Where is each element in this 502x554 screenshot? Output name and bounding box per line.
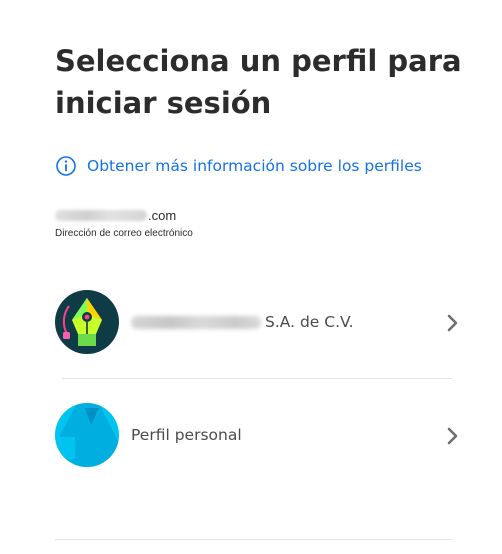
personal-avatar-icon (55, 403, 119, 467)
profile-name-personal: Perfil personal (131, 426, 242, 444)
account-email-block: .com Dirección de correo electrónico (55, 207, 193, 239)
profile-item-organization[interactable]: S.A. de C.V. (55, 289, 460, 355)
email-domain: .com (148, 207, 177, 223)
email-address: .com (55, 207, 193, 223)
email-caption: Dirección de correo electrónico (55, 228, 193, 239)
learn-more-link[interactable]: Obtener más información sobre los perfil… (55, 155, 422, 177)
redacted-company-name (131, 315, 261, 329)
page-title: Selecciona un perfil para iniciar sesión (55, 44, 462, 120)
profile-item-personal[interactable]: Perfil personal (55, 402, 460, 468)
profile-name-organization: S.A. de C.V. (131, 313, 354, 331)
divider (62, 378, 452, 379)
redacted-email-user (55, 209, 147, 221)
info-circle-icon (55, 155, 77, 177)
organization-avatar-icon (55, 290, 119, 354)
chevron-right-icon (446, 313, 460, 333)
profile-name-suffix: S.A. de C.V. (265, 313, 354, 331)
chevron-right-icon (446, 426, 460, 446)
learn-more-label: Obtener más información sobre los perfil… (87, 157, 422, 175)
divider (55, 539, 452, 540)
